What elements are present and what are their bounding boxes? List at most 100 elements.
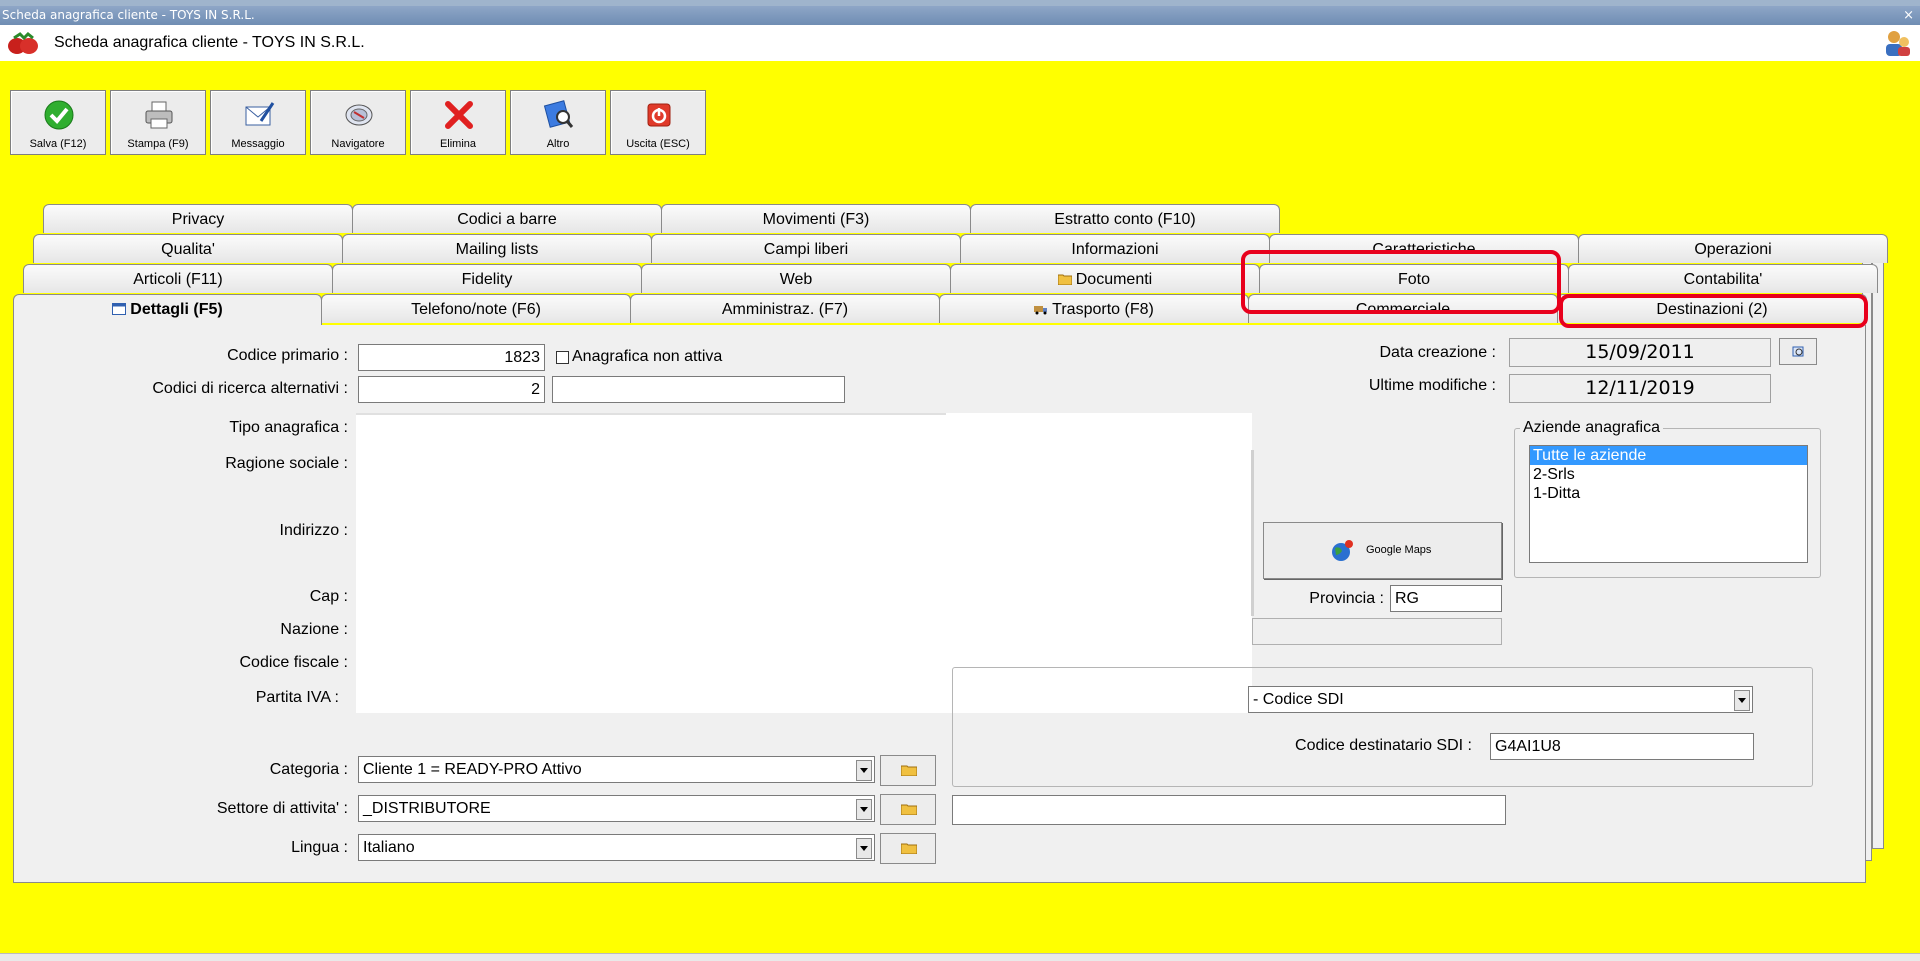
settore-value: _DISTRIBUTORE xyxy=(363,800,491,817)
navigator-icon xyxy=(345,104,373,126)
settore-label: Settore di attivita' : xyxy=(216,800,348,817)
tab-privacy[interactable]: Privacy xyxy=(43,204,353,233)
categoria-folder-button[interactable] xyxy=(880,755,936,786)
page-title: Scheda anagrafica cliente - TOYS IN S.R.… xyxy=(54,34,365,51)
chevron-down-icon[interactable] xyxy=(856,838,872,859)
folder-icon xyxy=(901,765,917,776)
tab-contabilita[interactable]: Contabilita' xyxy=(1568,264,1878,293)
exit-button[interactable]: Uscita (ESC) xyxy=(610,90,706,155)
indirizzo-label: Indirizzo : xyxy=(279,522,348,539)
tab-qualita[interactable]: Qualita' xyxy=(33,234,343,263)
close-button[interactable]: × xyxy=(1903,6,1914,25)
google-maps-button[interactable]: Google Maps xyxy=(1263,522,1502,579)
chevron-down-icon[interactable] xyxy=(856,799,872,820)
codice-primario-label: Codice primario : xyxy=(227,347,348,364)
tab-documenti[interactable]: Documenti xyxy=(950,264,1260,293)
tab-telefono-note[interactable]: Telefono/note (F6) xyxy=(321,294,631,323)
strawberry-logo-icon xyxy=(8,32,38,54)
tab-documenti-label: Documenti xyxy=(1075,271,1153,288)
exit-icon xyxy=(647,103,671,127)
folder-icon xyxy=(901,804,917,815)
codice-primario-field[interactable]: 1823 xyxy=(358,344,545,371)
print-label: Stampa (F9) xyxy=(127,138,189,150)
user-icon[interactable] xyxy=(1882,28,1912,58)
message-label: Messaggio xyxy=(231,138,285,150)
lingua-folder-button[interactable] xyxy=(880,833,936,864)
chevron-down-icon[interactable] xyxy=(856,760,872,781)
print-button[interactable]: Stampa (F9) xyxy=(110,90,206,155)
cap-label: Cap : xyxy=(309,588,348,605)
list-item[interactable]: 1-Ditta xyxy=(1530,484,1807,503)
tab-movimenti[interactable]: Movimenti (F3) xyxy=(661,204,971,233)
data-creazione-value: 15/09/2011 xyxy=(1509,338,1771,367)
folder-icon xyxy=(901,843,917,854)
lingua-value: Italiano xyxy=(363,839,415,856)
message-button[interactable]: Messaggio xyxy=(210,90,306,155)
provincia-label: Provincia : xyxy=(1309,590,1384,607)
categoria-select[interactable]: Cliente 1 = READY-PRO Attivo xyxy=(358,756,875,783)
chevron-down-icon[interactable] xyxy=(1734,690,1750,711)
ragione-sociale-label: Ragione sociale : xyxy=(225,455,348,472)
google-maps-label: Google Maps xyxy=(1366,544,1432,556)
check-icon xyxy=(44,100,74,130)
other-label: Altro xyxy=(546,138,570,150)
tab-trasporto-label: Trasporto (F8) xyxy=(1052,301,1154,318)
redacted-edge xyxy=(356,413,946,415)
printer-icon xyxy=(145,101,173,129)
other-button[interactable]: Altro xyxy=(510,90,606,155)
tab-fidelity[interactable]: Fidelity xyxy=(332,264,642,293)
delete-button[interactable]: Elimina xyxy=(410,90,506,155)
lingua-select[interactable]: Italiano xyxy=(358,834,875,861)
navigator-label: Navigatore xyxy=(331,138,385,150)
sdi-groupbox xyxy=(952,667,1813,787)
save-label: Salva (F12) xyxy=(29,138,87,150)
delete-label: Elimina xyxy=(439,138,477,150)
redacted-edge-right xyxy=(1251,450,1254,616)
window-icon xyxy=(112,303,127,315)
tab-codici-a-barre[interactable]: Codici a barre xyxy=(352,204,662,233)
magnifier-icon xyxy=(1792,346,1804,357)
anagrafica-non-attiva-label: Anagrafica non attiva xyxy=(572,348,723,365)
codice-fiscale-label: Codice fiscale : xyxy=(239,654,349,671)
tab-dettagli[interactable]: Dettagli (F5) xyxy=(13,294,322,325)
tab-campi-liberi[interactable]: Campi liberi xyxy=(651,234,961,263)
tipo-anagrafica-label: Tipo anagrafica : xyxy=(229,419,348,436)
list-item[interactable]: 2-Srls xyxy=(1530,465,1807,484)
codice-sdi-label: Codice destinatario SDI : xyxy=(1295,737,1472,754)
settore-extra-field[interactable] xyxy=(952,795,1506,825)
settore-select[interactable]: _DISTRIBUTORE xyxy=(358,795,875,822)
categoria-value: Cliente 1 = READY-PRO Attivo xyxy=(363,761,582,778)
tab-web[interactable]: Web xyxy=(641,264,951,293)
settore-folder-button[interactable] xyxy=(880,794,936,825)
tab-trasporto[interactable]: Trasporto (F8) xyxy=(939,294,1249,323)
panel-stack-back xyxy=(1872,236,1884,849)
highlight-destinazioni xyxy=(1559,294,1868,328)
categoria-label: Categoria : xyxy=(269,761,348,778)
provincia-field[interactable]: RG xyxy=(1390,585,1502,612)
tab-mailing-lists[interactable]: Mailing lists xyxy=(342,234,652,263)
tab-articoli[interactable]: Articoli (F11) xyxy=(23,264,333,293)
nazione-label: Nazione : xyxy=(280,621,348,638)
save-button[interactable]: Salva (F12) xyxy=(10,90,106,155)
codice-ricerca-field-1[interactable]: 2 xyxy=(358,376,545,403)
message-icon xyxy=(245,102,275,126)
tab-estratto-conto[interactable]: Estratto conto (F10) xyxy=(970,204,1280,233)
list-item[interactable]: Tutte le aziende xyxy=(1530,446,1807,465)
window-titlebar: Scheda anagrafica cliente - TOYS IN S.R.… xyxy=(0,6,1920,25)
ultime-modifiche-value: 12/11/2019 xyxy=(1509,374,1771,403)
highlight-foto xyxy=(1241,250,1561,314)
date-lookup-button[interactable] xyxy=(1779,338,1817,365)
navigator-button[interactable]: Navigatore xyxy=(310,90,406,155)
truck-icon xyxy=(1034,306,1048,315)
codice-ricerca-field-2[interactable] xyxy=(552,376,845,403)
status-bar xyxy=(0,953,1920,961)
tab-amministrazione[interactable]: Amministraz. (F7) xyxy=(630,294,940,323)
anagrafica-non-attiva-checkbox[interactable] xyxy=(556,351,569,364)
tab-informazioni[interactable]: Informazioni xyxy=(960,234,1270,263)
aziende-listbox[interactable]: Tutte le aziende 2-Srls 1-Ditta xyxy=(1529,445,1808,563)
codici-ricerca-label: Codici di ricerca alternativi : xyxy=(152,380,348,397)
tab-operazioni[interactable]: Operazioni xyxy=(1578,234,1888,263)
sdi-type-select[interactable]: - Codice SDI xyxy=(1248,686,1753,713)
tab-dettagli-label: Dettagli (F5) xyxy=(130,301,223,318)
codice-sdi-field[interactable]: G4AI1U8 xyxy=(1490,733,1754,760)
